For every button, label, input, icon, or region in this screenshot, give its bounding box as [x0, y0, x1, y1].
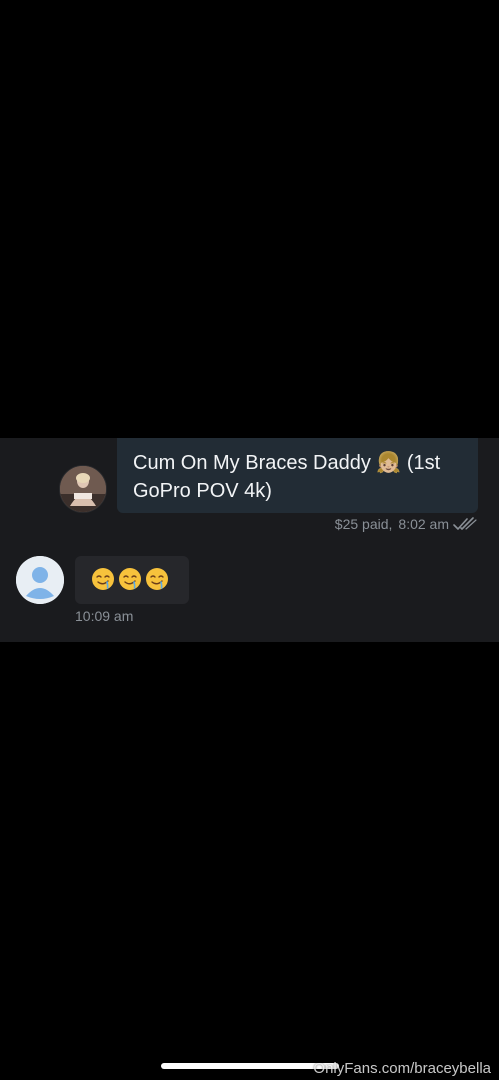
chat-screen: Cum On My Braces Daddy 👧🏼 (1st GoPro POV… — [0, 0, 499, 1080]
drooling-face-icon — [119, 568, 141, 590]
user-silhouette-icon — [16, 556, 64, 604]
sender-avatar[interactable] — [59, 465, 107, 513]
incoming-message-bubble[interactable] — [75, 556, 189, 604]
user-avatar[interactable] — [16, 556, 64, 604]
outgoing-message-meta: $25 paid, 8:02 am — [335, 515, 477, 533]
outgoing-message-text: Cum On My Braces Daddy 👧🏼 (1st GoPro POV… — [133, 452, 441, 502]
double-check-icon — [453, 517, 477, 530]
drooling-face-icon — [146, 568, 168, 590]
outgoing-message-bubble[interactable]: Cum On My Braces Daddy 👧🏼 (1st GoPro POV… — [117, 438, 478, 513]
message-price: $25 paid, — [334, 516, 393, 532]
watermark-text: OnlyFans.com/braceybella — [313, 1060, 491, 1077]
message-list[interactable]: Cum On My Braces Daddy 👧🏼 (1st GoPro POV… — [0, 438, 499, 642]
sender-photo-icon — [60, 466, 106, 512]
drooling-face-icon — [92, 568, 114, 590]
message-time: 8:02 am — [398, 516, 449, 532]
incoming-message-time: 10:09 am — [75, 608, 134, 624]
